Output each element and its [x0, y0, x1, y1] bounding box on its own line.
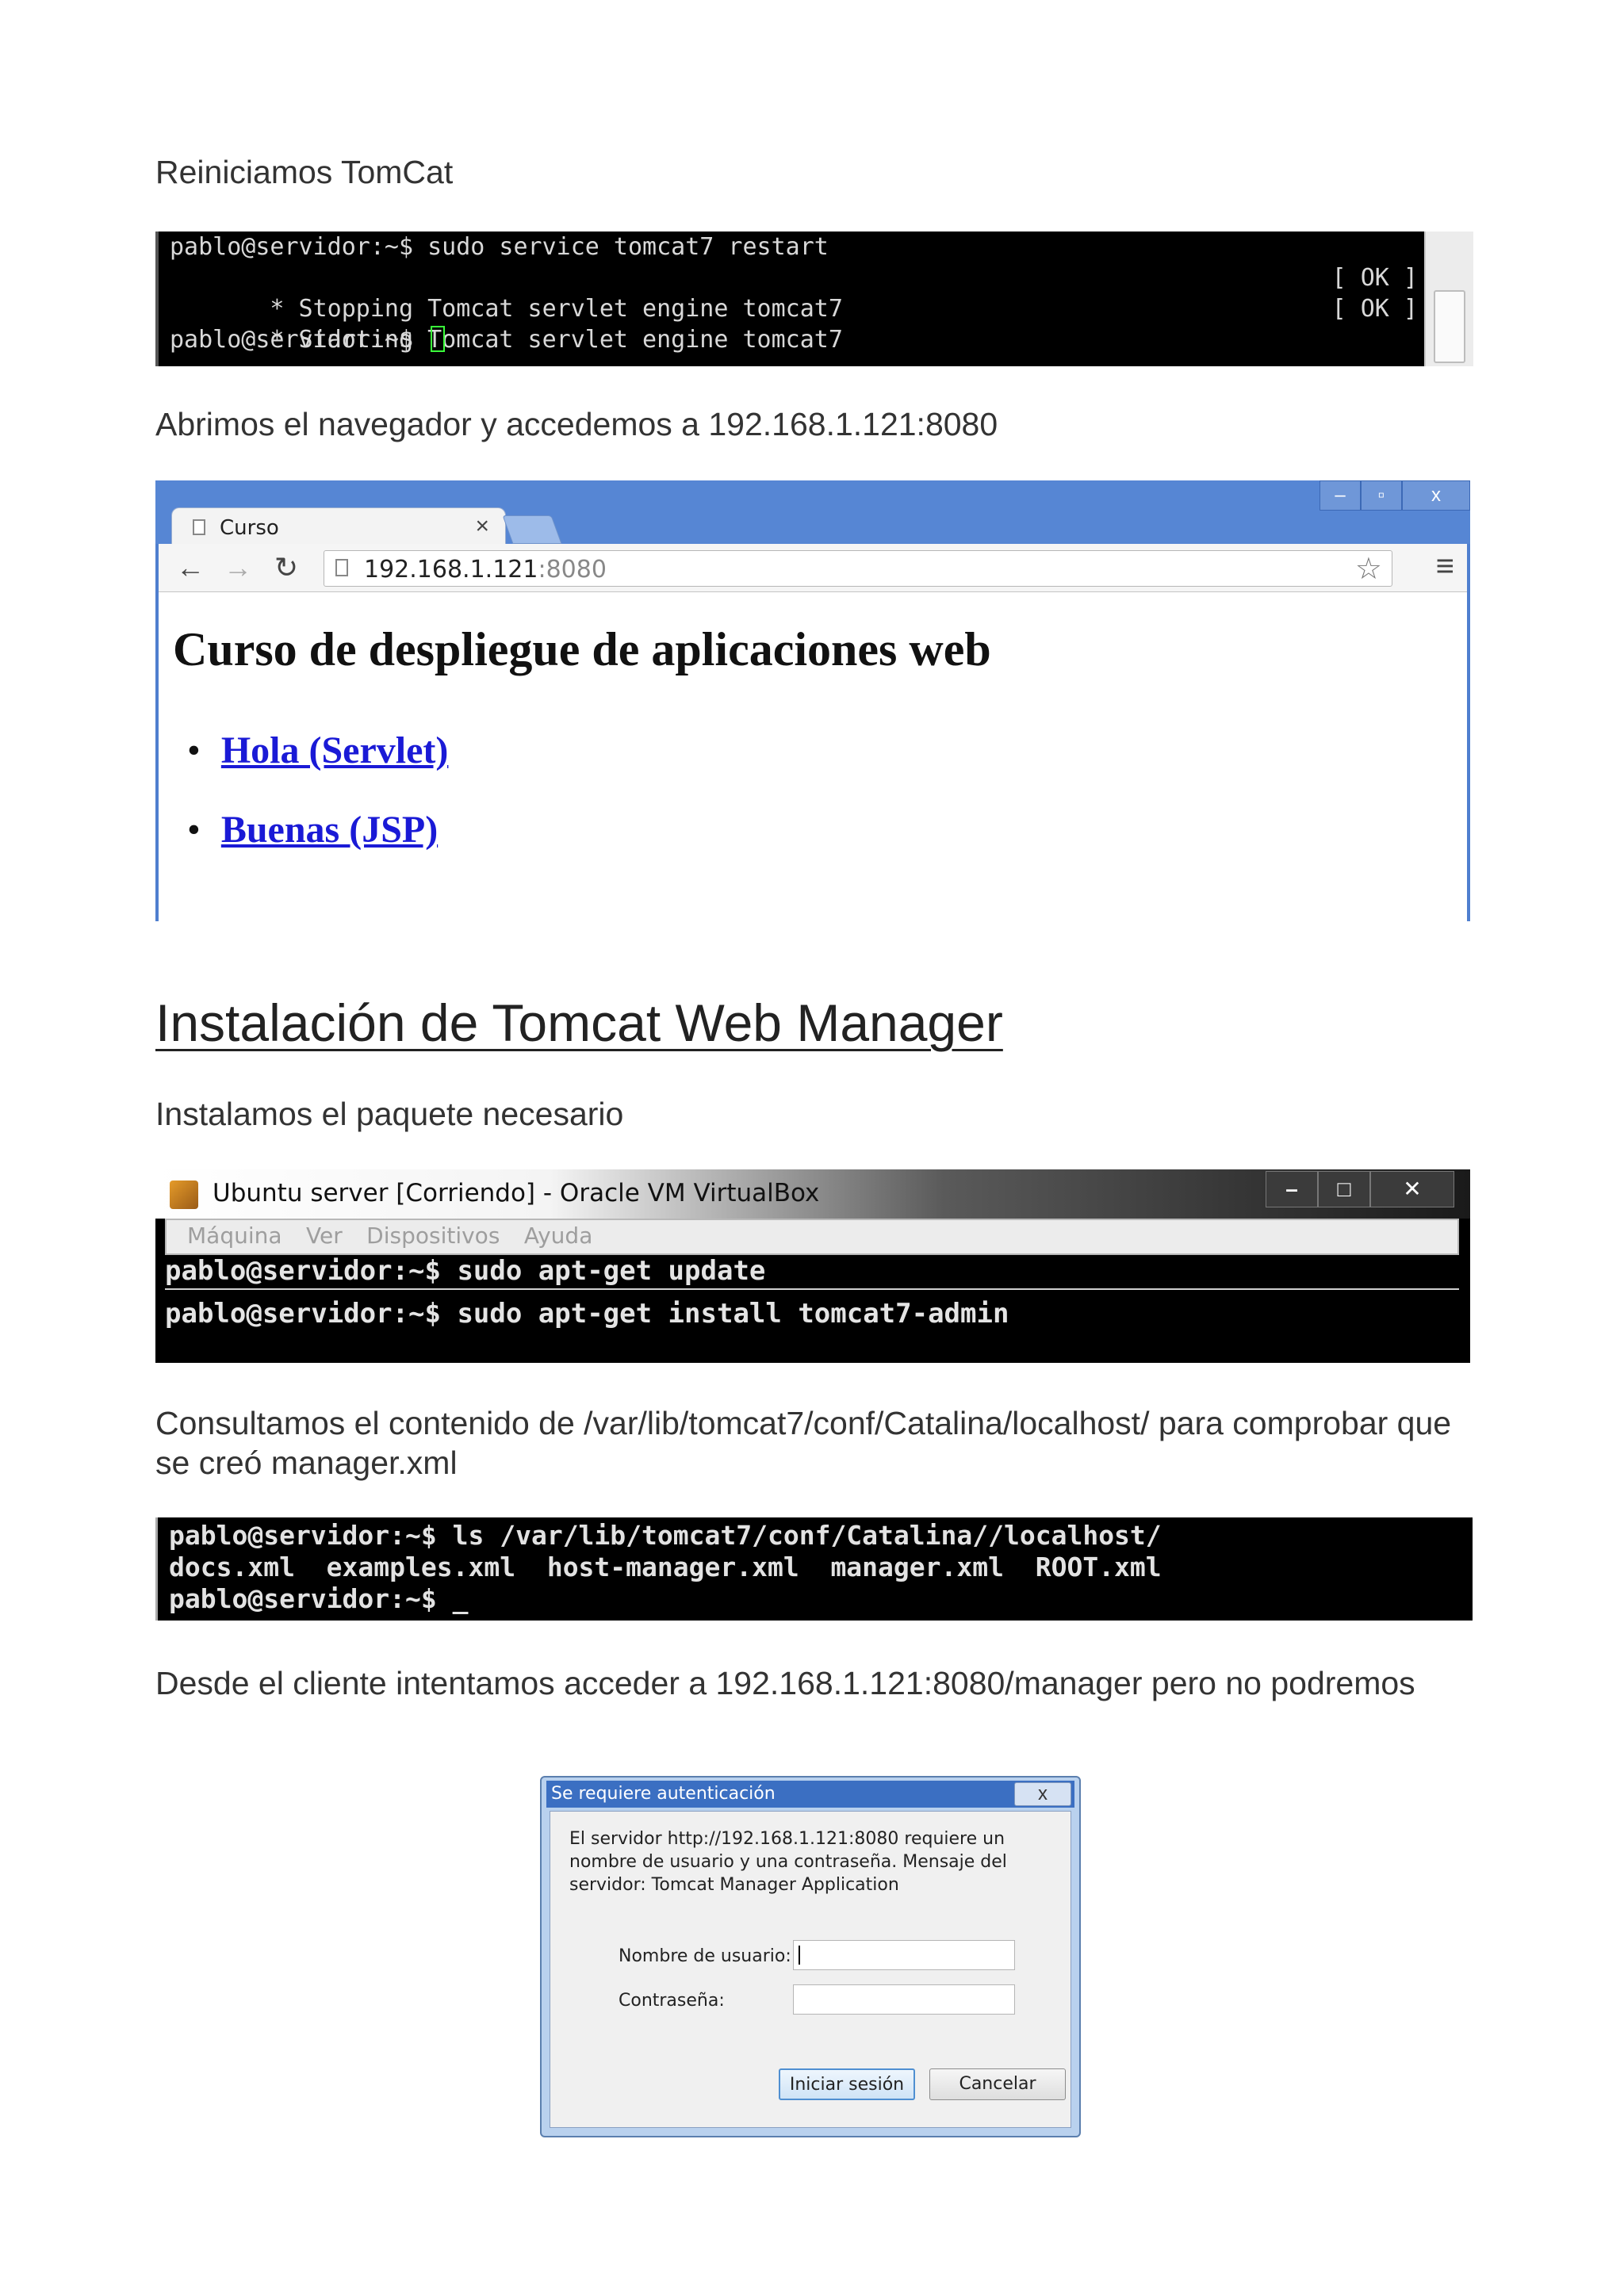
close-icon[interactable]: x — [1402, 480, 1470, 511]
link-hola-servlet[interactable]: Hola (Servlet) — [221, 729, 449, 771]
menu-icon[interactable]: ≡ — [1436, 549, 1454, 584]
vbox-titlebar: Ubuntu server [Corriendo] - Oracle VM Vi… — [155, 1169, 1470, 1219]
back-arrow-icon[interactable]: ← — [176, 552, 205, 584]
tab-title: Curso — [220, 516, 279, 540]
list-item: • Buenas (JSP) — [187, 790, 448, 870]
section-heading: Instalación de Tomcat Web Manager — [155, 993, 1003, 1052]
virtualbox-screenshot: Ubuntu server [Corriendo] - Oracle VM Vi… — [155, 1169, 1470, 1363]
virtualbox-app-icon — [170, 1181, 198, 1209]
window-controls: – □ ✕ — [1266, 1171, 1454, 1207]
terminal-line: * Stopping Tomcat servlet engine tomcat7… — [170, 262, 1418, 323]
dialog-message: El servidor http://192.168.1.121:8080 re… — [569, 1829, 1007, 1895]
terminal-prompt: pablo@servidor:~$ — [170, 324, 1418, 355]
bullet-icon: • — [187, 809, 201, 851]
address-bar[interactable]: 192.168.1.121:8080 ☆ — [324, 550, 1392, 587]
maximize-icon[interactable]: ▫ — [1361, 480, 1402, 511]
maximize-icon[interactable]: □ — [1318, 1171, 1370, 1207]
console-line: pablo@servidor:~$ sudo apt-get install t… — [165, 1298, 1009, 1330]
dialog-body: El servidor http://192.168.1.121:8080 re… — [550, 1811, 1071, 2128]
password-field[interactable] — [793, 1984, 1015, 2015]
text-caret — [799, 1946, 800, 1965]
link-buenas-jsp[interactable]: Buenas (JSP) — [221, 809, 438, 851]
tab-close-icon[interactable]: × — [475, 513, 489, 540]
terminal-line: pablo@servidor:~$ ls /var/lib/tomcat7/co… — [169, 1520, 1162, 1551]
close-icon[interactable]: ✕ — [1370, 1171, 1454, 1207]
url-text: 192.168.1.121:8080 — [364, 556, 607, 584]
terminal-restart-screenshot: pablo@servidor:~$ sudo service tomcat7 r… — [155, 232, 1473, 366]
page-title: Curso de despliegue de aplicaciones web — [173, 623, 991, 675]
menu-item-ayuda[interactable]: Ayuda — [524, 1220, 593, 1252]
dialog-title: Se requiere autenticación — [551, 1784, 776, 1804]
cursor-icon — [431, 326, 446, 352]
close-icon[interactable]: x — [1014, 1782, 1071, 1806]
menu-item-ver[interactable]: Ver — [306, 1220, 343, 1252]
url-host: 192.168.1.121 — [364, 556, 538, 584]
minimize-icon[interactable]: – — [1320, 480, 1361, 511]
window-controls: – ▫ x — [1320, 480, 1470, 511]
bullet-icon: • — [187, 729, 201, 771]
browser-screenshot: – ▫ x Curso × ← → ↻ 192.168.1.121:8080 ☆… — [155, 480, 1470, 921]
password-label: Contraseña: — [619, 1991, 725, 2011]
browser-viewport: Curso de despliegue de aplicaciones web … — [159, 592, 1467, 921]
menu-item-dispositivos[interactable]: Dispositivos — [366, 1220, 500, 1252]
dialog-titlebar: Se requiere autenticación x — [546, 1781, 1074, 1808]
menu-item-maquina[interactable]: Máquina — [187, 1220, 282, 1252]
username-field[interactable] — [793, 1940, 1015, 1970]
terminal-line: * Starting Tomcat servlet engine tomcat7… — [170, 293, 1418, 354]
scrollbar-thumb[interactable] — [1434, 290, 1465, 363]
auth-dialog-screenshot: Se requiere autenticación x El servidor … — [540, 1776, 1081, 2137]
link-list: • Hola (Servlet) • Buenas (JSP) — [187, 711, 448, 870]
bookmark-star-icon[interactable]: ☆ — [1355, 551, 1382, 587]
paragraph-open-browser: Abrimos el navegador y accedemos a 192.1… — [155, 406, 998, 442]
browser-tab[interactable]: Curso × — [171, 507, 506, 546]
paragraph-check-contents: Consultamos el contenido de /var/lib/tom… — [155, 1405, 1452, 1481]
vbox-menubar: Máquina Ver Dispositivos Ayuda — [165, 1219, 1459, 1255]
page-icon — [193, 519, 205, 535]
terminal-ls-screenshot: pablo@servidor:~$ ls /var/lib/tomcat7/co… — [155, 1517, 1473, 1621]
status-ok: [ OK ] — [1331, 295, 1418, 323]
terminal-line: pablo@servidor:~$ _ — [169, 1583, 469, 1614]
status-ok: [ OK ] — [1331, 264, 1418, 292]
terminal-line: docs.xml examples.xml host-manager.xml m… — [169, 1552, 1162, 1582]
minimize-icon[interactable]: – — [1266, 1171, 1318, 1207]
scrollbar[interactable] — [1424, 232, 1473, 366]
url-port: :8080 — [538, 556, 607, 584]
list-item: • Hola (Servlet) — [187, 711, 448, 790]
new-tab-button[interactable] — [502, 515, 562, 544]
login-button[interactable]: Iniciar sesión — [779, 2068, 915, 2100]
paragraph-access-manager: Desde el cliente intentamos acceder a 19… — [155, 1665, 1415, 1701]
paragraph-install-package: Instalamos el paquete necesario — [155, 1096, 624, 1132]
forward-arrow-icon[interactable]: → — [224, 552, 252, 584]
vbox-window-title: Ubuntu server [Corriendo] - Oracle VM Vi… — [213, 1179, 820, 1207]
username-label: Nombre de usuario: — [619, 1946, 791, 1966]
cancel-button[interactable]: Cancelar — [929, 2068, 1066, 2100]
terminal-line-text: pablo@servidor:~$ — [170, 326, 428, 354]
console-line: pablo@servidor:~$ sudo apt-get update — [165, 1253, 1459, 1290]
browser-toolbar: ← → ↻ 192.168.1.121:8080 ☆ ≡ — [159, 544, 1467, 592]
terminal-line: pablo@servidor:~$ sudo service tomcat7 r… — [170, 233, 829, 261]
reload-icon[interactable]: ↻ — [274, 552, 298, 584]
page-icon — [335, 559, 348, 576]
paragraph-restart-tomcat: Reiniciamos TomCat — [155, 154, 454, 190]
